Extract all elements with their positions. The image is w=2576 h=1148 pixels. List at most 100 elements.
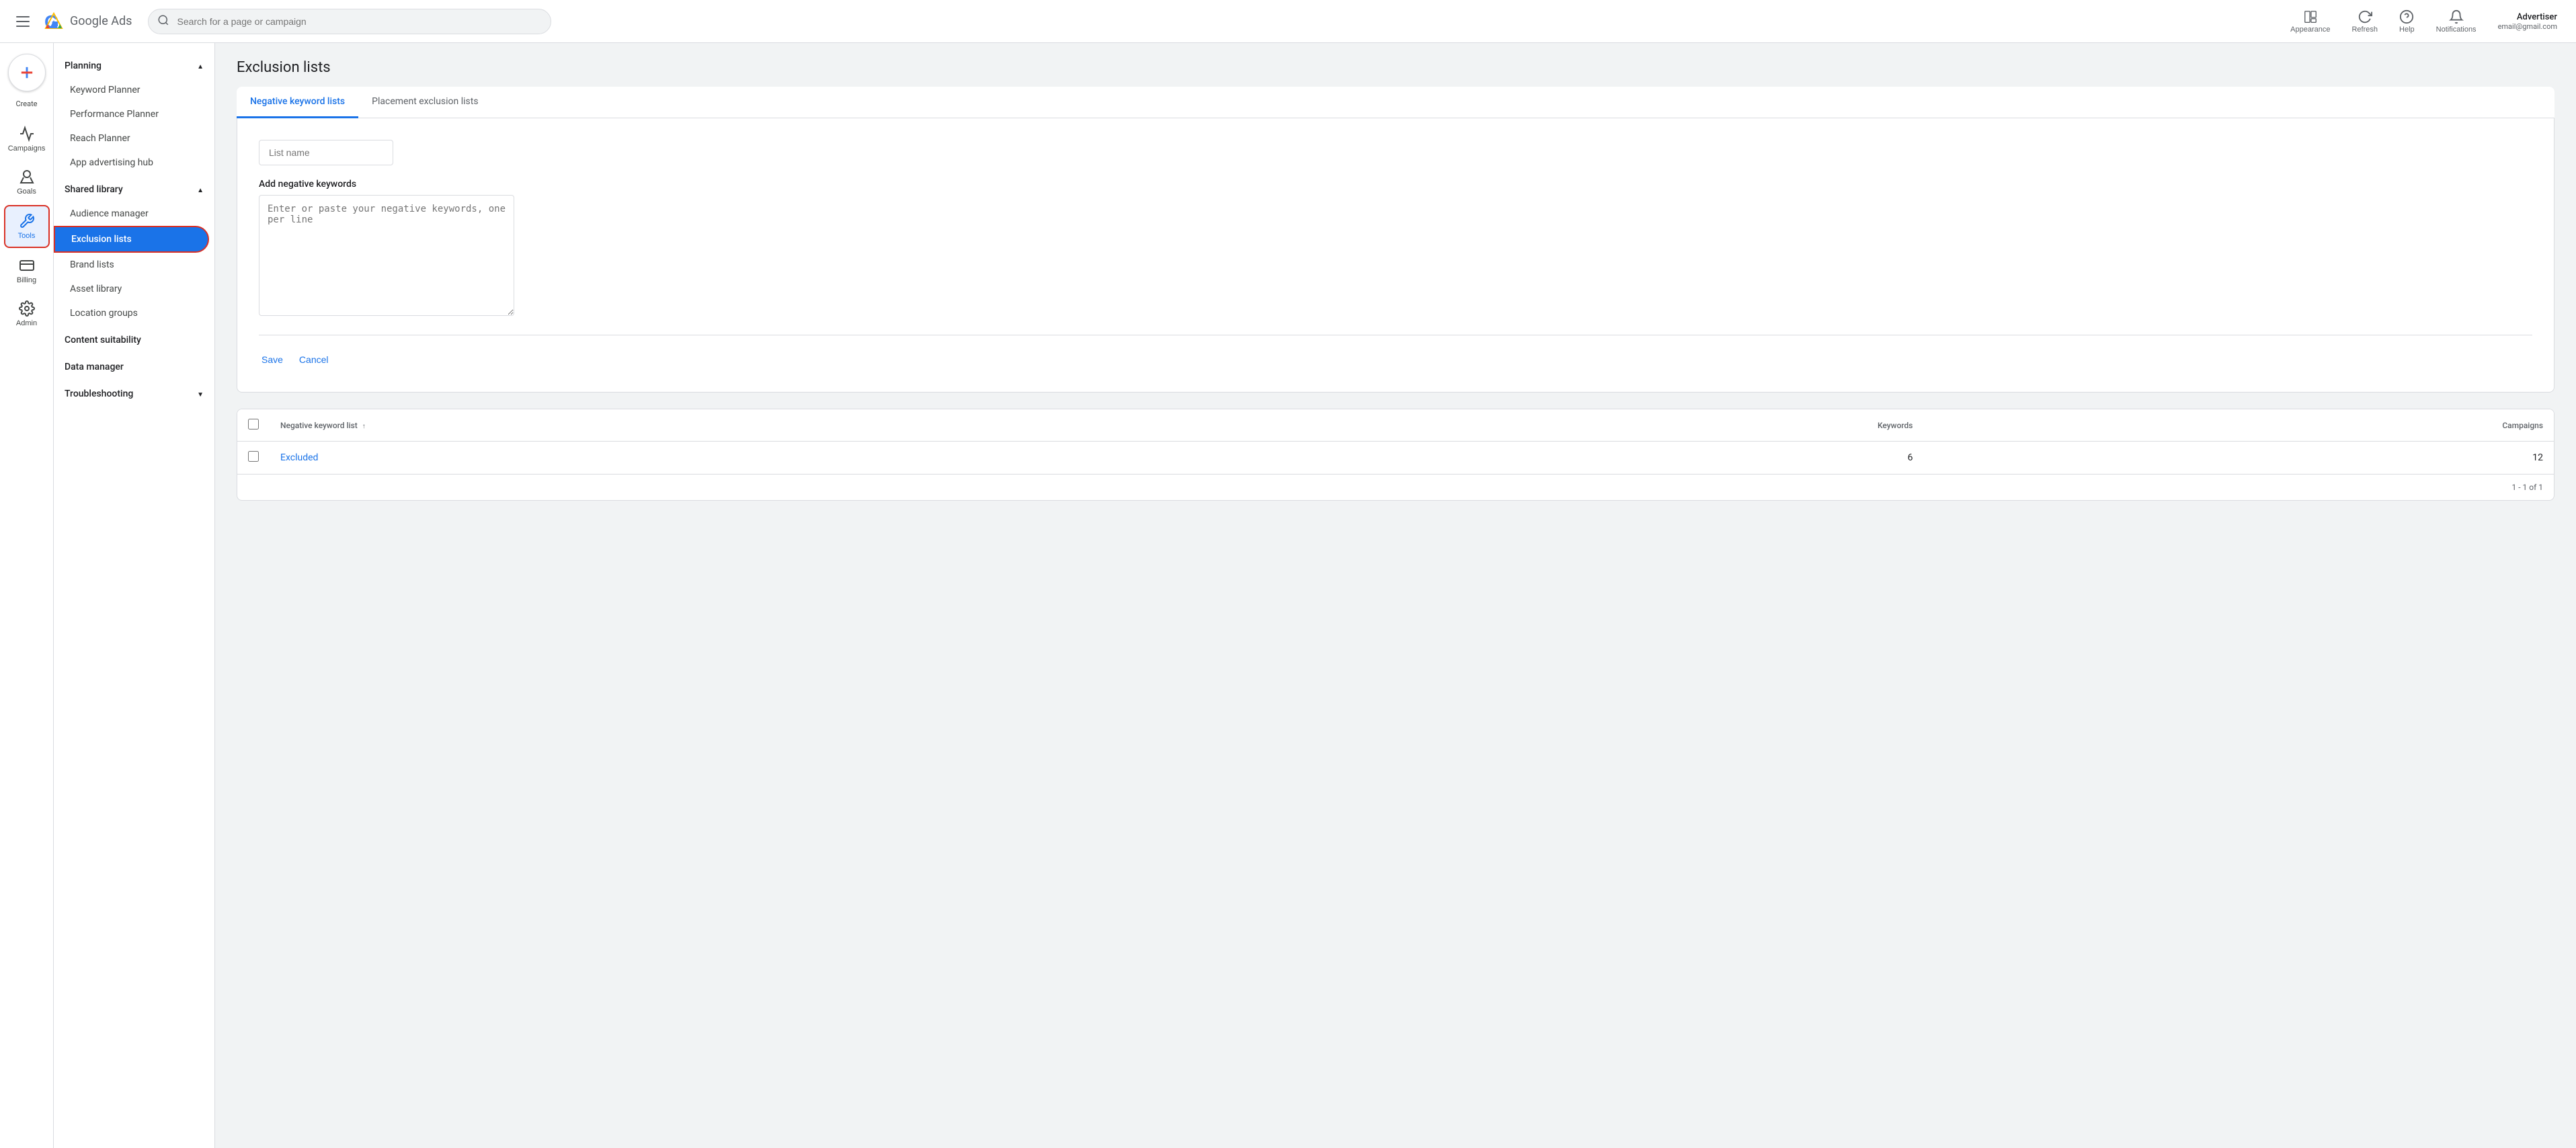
nav-sidebar: Planning Keyword Planner Performance Pla… bbox=[54, 43, 215, 1148]
nav-section-shared-library-header[interactable]: Shared library bbox=[54, 177, 214, 202]
sidebar-item-campaigns[interactable]: Campaigns bbox=[4, 119, 50, 159]
pagination: 1 - 1 of 1 bbox=[237, 474, 2554, 500]
search-bar bbox=[148, 9, 551, 34]
create-button[interactable] bbox=[8, 54, 46, 91]
add-keywords-field: Add negative keywords bbox=[259, 179, 2532, 319]
row-checkbox[interactable] bbox=[248, 451, 259, 462]
row-campaigns-cell: 12 bbox=[1923, 442, 2554, 475]
save-button[interactable]: Save bbox=[259, 349, 286, 370]
header-keywords[interactable]: Keywords bbox=[1349, 409, 1923, 442]
nav-section-troubleshooting-header[interactable]: Troubleshooting bbox=[54, 382, 214, 406]
refresh-icon bbox=[2358, 9, 2372, 24]
sidebar-item-admin[interactable]: Admin bbox=[4, 294, 50, 334]
admin-icon bbox=[19, 300, 35, 317]
nav-section-data-manager: Data manager bbox=[54, 355, 214, 379]
help-label: Help bbox=[2399, 26, 2415, 34]
troubleshooting-chevron bbox=[197, 388, 204, 399]
table-container: Negative keyword list ↑ Keywords Campaig… bbox=[237, 409, 2554, 501]
header-campaigns[interactable]: Campaigns bbox=[1923, 409, 2554, 442]
nav-section-content-suitability: Content suitability bbox=[54, 328, 214, 352]
sidebar-item-goals[interactable]: Goals bbox=[4, 162, 50, 202]
nav-section-planning-header[interactable]: Planning bbox=[54, 54, 214, 78]
advertiser-info[interactable]: Advertiser email@gmail.com bbox=[2490, 7, 2565, 36]
refresh-label: Refresh bbox=[2351, 26, 2378, 34]
table-body: Excluded 6 12 bbox=[237, 442, 2554, 475]
planning-label: Planning bbox=[65, 60, 102, 71]
nav-item-asset-library[interactable]: Asset library bbox=[54, 277, 209, 301]
list-name-input[interactable] bbox=[259, 140, 393, 165]
nav-section-shared-library: Shared library Audience manager Exclusio… bbox=[54, 177, 214, 325]
appearance-icon bbox=[2303, 9, 2318, 24]
list-name-field bbox=[259, 140, 2532, 165]
advertiser-name: Advertiser bbox=[2517, 12, 2557, 22]
page-title: Exclusion lists bbox=[237, 59, 2554, 76]
notifications-label: Notifications bbox=[2436, 26, 2477, 34]
nav-item-exclusion-lists[interactable]: Exclusion lists bbox=[54, 226, 209, 253]
add-keywords-label: Add negative keywords bbox=[259, 179, 2532, 190]
planning-chevron bbox=[197, 60, 204, 71]
keywords-textarea[interactable] bbox=[259, 195, 514, 316]
appearance-button[interactable]: Appearance bbox=[2282, 4, 2338, 39]
nav-item-app-advertising-hub[interactable]: App advertising hub bbox=[54, 151, 209, 175]
goals-label: Goals bbox=[17, 188, 36, 196]
nav-item-keyword-planner[interactable]: Keyword Planner bbox=[54, 78, 209, 102]
nav-item-brand-lists[interactable]: Brand lists bbox=[54, 253, 209, 277]
main-content: Exclusion lists Negative keyword lists P… bbox=[215, 43, 2576, 1148]
campaigns-label: Campaigns bbox=[8, 145, 46, 153]
row-checkbox-cell bbox=[237, 442, 270, 475]
header-checkbox-cell bbox=[237, 409, 270, 442]
content-suitability-label: Content suitability bbox=[65, 335, 141, 345]
tools-label: Tools bbox=[18, 232, 36, 240]
advertiser-email: email@gmail.com bbox=[2498, 22, 2557, 31]
select-all-checkbox[interactable] bbox=[248, 419, 259, 429]
search-icon bbox=[157, 14, 169, 29]
svg-text:G: G bbox=[44, 11, 59, 32]
table-row: Excluded 6 12 bbox=[237, 442, 2554, 475]
nav-item-performance-planner[interactable]: Performance Planner bbox=[54, 102, 209, 126]
row-name-cell: Excluded bbox=[270, 442, 1349, 475]
sort-icon: ↑ bbox=[362, 423, 366, 430]
troubleshooting-label: Troubleshooting bbox=[65, 388, 133, 399]
cancel-button[interactable]: Cancel bbox=[296, 349, 331, 370]
row-keywords-cell: 6 bbox=[1349, 442, 1923, 475]
goals-icon bbox=[19, 169, 35, 185]
tab-negative-keyword-lists[interactable]: Negative keyword lists bbox=[237, 87, 358, 118]
topbar-left: G Google Ads bbox=[11, 11, 132, 32]
shared-library-label: Shared library bbox=[65, 184, 123, 195]
sidebar-item-billing[interactable]: Billing bbox=[4, 251, 50, 291]
create-icon bbox=[17, 63, 36, 82]
help-icon bbox=[2399, 9, 2414, 24]
shared-library-chevron bbox=[197, 184, 204, 195]
topbar: G Google Ads Appearance bbox=[0, 0, 2576, 43]
hamburger-menu-button[interactable] bbox=[11, 11, 35, 32]
google-ads-logo-icon: G bbox=[43, 11, 65, 32]
search-input[interactable] bbox=[148, 9, 551, 34]
nav-section-planning: Planning Keyword Planner Performance Pla… bbox=[54, 54, 214, 175]
tab-placement-exclusion-lists[interactable]: Placement exclusion lists bbox=[358, 87, 491, 118]
billing-label: Billing bbox=[17, 276, 36, 284]
nav-section-data-manager-header[interactable]: Data manager bbox=[54, 355, 214, 379]
layout: Create Campaigns Goals Tools bbox=[0, 43, 2576, 1148]
tools-icon bbox=[19, 213, 35, 229]
refresh-button[interactable]: Refresh bbox=[2343, 4, 2386, 39]
row-name-link[interactable]: Excluded bbox=[280, 452, 318, 463]
admin-label: Admin bbox=[16, 319, 37, 327]
data-table: Negative keyword list ↑ Keywords Campaig… bbox=[237, 409, 2554, 474]
nav-section-content-suitability-header[interactable]: Content suitability bbox=[54, 328, 214, 352]
nav-item-reach-planner[interactable]: Reach Planner bbox=[54, 126, 209, 151]
icon-sidebar: Create Campaigns Goals Tools bbox=[0, 43, 54, 1148]
nav-item-location-groups[interactable]: Location groups bbox=[54, 301, 209, 325]
header-negative-keyword-list[interactable]: Negative keyword list ↑ bbox=[270, 409, 1349, 442]
data-manager-label: Data manager bbox=[65, 362, 124, 372]
help-button[interactable]: Help bbox=[2391, 4, 2423, 39]
campaigns-icon bbox=[19, 126, 35, 142]
google-ads-logo: G Google Ads bbox=[43, 11, 132, 32]
create-label: Create bbox=[15, 99, 37, 108]
form-actions: Save Cancel bbox=[259, 335, 2532, 370]
notifications-icon bbox=[2449, 9, 2464, 24]
sidebar-item-tools[interactable]: Tools bbox=[4, 205, 50, 248]
nav-item-audience-manager[interactable]: Audience manager bbox=[54, 202, 209, 226]
form-card: Add negative keywords Save Cancel bbox=[237, 118, 2554, 393]
notifications-button[interactable]: Notifications bbox=[2428, 4, 2485, 39]
billing-icon bbox=[19, 257, 35, 274]
